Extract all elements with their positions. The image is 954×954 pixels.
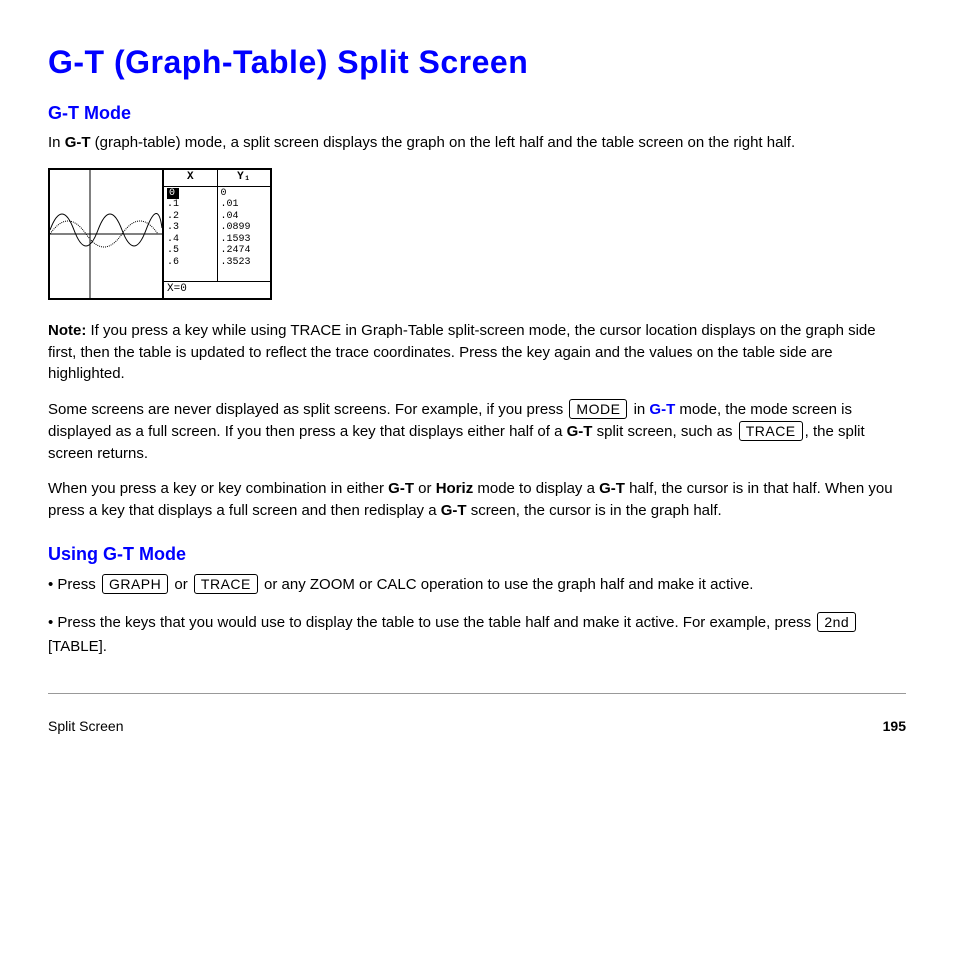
list-text: • Press GRAPH or TRACE or any ZOOM or CA… (48, 573, 753, 597)
table-header-x: X (164, 170, 218, 186)
trace-key: TRACE (194, 574, 258, 594)
gt-label: G-T (441, 502, 467, 519)
text: Some screens are never displayed as spli… (48, 401, 567, 418)
list-item: • Press GRAPH or TRACE or any ZOOM or CA… (48, 573, 906, 597)
table-cell: .1593 (221, 234, 268, 246)
list-text: • Press the keys that you would use to d… (48, 611, 906, 659)
text: • Press the keys that you would use to d… (48, 614, 815, 631)
table-cell: .01 (221, 199, 268, 211)
text: in (629, 401, 649, 418)
graph-pane (50, 170, 164, 298)
table-header: X Y₁ (164, 170, 270, 187)
table-cell: .3 (167, 222, 214, 234)
table-cell: .2 (167, 211, 214, 223)
note-paragraph: Note: If you press a key while using TRA… (48, 320, 906, 385)
graph-key: GRAPH (102, 574, 168, 594)
list-item: • Press the keys that you would use to d… (48, 611, 906, 659)
page-footer: Split Screen 195 (48, 718, 906, 734)
table-cell: 0 (167, 188, 179, 200)
table-pane: X Y₁ 0 .1 .2 .3 .4 .5 .6 0 .01 .04 .0899… (164, 170, 270, 298)
table-cell: .3523 (221, 257, 268, 269)
text: or (414, 480, 436, 497)
table-cell: .5 (167, 245, 214, 257)
trace-key: TRACE (739, 421, 803, 441)
text: or (170, 576, 192, 593)
text: screen, the cursor is in the graph half. (467, 502, 722, 519)
gt-label: G-T (65, 134, 91, 151)
page-title: G-T (Graph-Table) Split Screen (48, 44, 906, 81)
text: In (48, 134, 65, 151)
table-key-label: TABLE (52, 638, 98, 655)
table-cell: .6 (167, 257, 214, 269)
gt-label: G-T (599, 480, 625, 497)
text: • Press (48, 576, 100, 593)
text: (graph-table) mode, a split screen displ… (91, 134, 796, 151)
usage-list: • Press GRAPH or TRACE or any ZOOM or CA… (48, 573, 906, 659)
table-header-y: Y₁ (218, 170, 271, 186)
footer-rule (48, 693, 906, 694)
mode-key: MODE (569, 399, 627, 419)
gt-label: G-T (567, 423, 593, 440)
second-key: 2nd (817, 612, 856, 632)
table-cell: .1 (167, 199, 214, 211)
note-label: Note: (48, 322, 86, 339)
graph-plot (50, 170, 162, 298)
table-cell: .2474 (221, 245, 268, 257)
table-cell: .0899 (221, 222, 268, 234)
table-body: 0 .1 .2 .3 .4 .5 .6 0 .01 .04 .0899 .159… (164, 187, 270, 281)
paragraph-2: Some screens are never displayed as spli… (48, 399, 906, 464)
table-cell: 0 (221, 188, 268, 200)
table-col-x: 0 .1 .2 .3 .4 .5 .6 (164, 187, 218, 281)
table-cell: .4 (167, 234, 214, 246)
gt-label: G-T (388, 480, 414, 497)
text: When you press a key or key combination … (48, 480, 388, 497)
text: . (103, 638, 107, 655)
text: mode to display a (473, 480, 599, 497)
gt-link[interactable]: G-T (649, 401, 675, 418)
text: or any ZOOM or CALC operation to use the… (260, 576, 754, 593)
table-col-y: 0 .01 .04 .0899 .1593 .2474 .3523 (218, 187, 271, 281)
calculator-screenshot: X Y₁ 0 .1 .2 .3 .4 .5 .6 0 .01 .04 .0899… (48, 168, 272, 300)
text: split screen, such as (592, 423, 736, 440)
horiz-label: Horiz (436, 480, 474, 497)
footer-left: Split Screen (48, 718, 123, 734)
intro-paragraph: In G-T (graph-table) mode, a split scree… (48, 132, 906, 154)
subtitle-using-gt: Using G-T Mode (48, 544, 906, 565)
table-cell: .04 (221, 211, 268, 223)
paragraph-3: When you press a key or key combination … (48, 478, 906, 522)
table-footer: X=0 (164, 281, 270, 298)
footer-page-number: 195 (883, 718, 906, 734)
subtitle-gt-mode: G-T Mode (48, 103, 906, 124)
text: If you press a key while using TRACE in … (48, 322, 876, 383)
